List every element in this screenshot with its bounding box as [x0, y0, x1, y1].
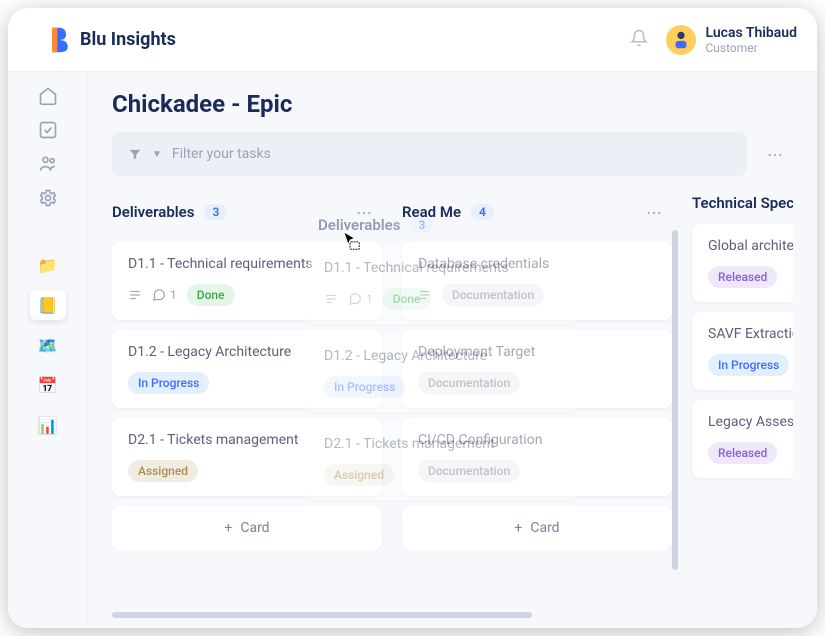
status-tag: Documentation: [418, 460, 520, 482]
column-readme: Read Me 4 ⋯ Database credentials Documen…: [402, 190, 672, 550]
status-tag: Assigned: [128, 460, 198, 482]
column-count: 4: [471, 204, 494, 220]
card-title: D1.1 - Technical requirements: [128, 256, 366, 272]
filter-icon: [128, 147, 142, 161]
avatar: [666, 25, 696, 55]
description-icon: [128, 288, 142, 302]
nav-tile-calendar[interactable]: 📅: [30, 370, 66, 400]
card-title: Legacy Assessment: [708, 414, 793, 430]
users-icon[interactable]: [36, 152, 60, 176]
add-card-button[interactable]: +Card: [402, 506, 672, 550]
card-title: D2.1 - Tickets management: [128, 432, 366, 448]
horizontal-scrollbar[interactable]: [112, 612, 532, 618]
status-tag: Released: [708, 266, 777, 288]
card[interactable]: CI/CD Configuration Documentation: [402, 418, 672, 496]
card-title: Database credentials: [418, 256, 656, 272]
plus-icon: +: [514, 520, 522, 536]
card[interactable]: Deployment Target Documentation: [402, 330, 672, 408]
kanban-board: Deliverables 3 ⋯ D1.1 - Technical requir…: [112, 190, 793, 550]
nav-tile-chart[interactable]: 📊: [30, 410, 66, 440]
brand[interactable]: Blu Insights: [48, 26, 176, 54]
status-tag: Done: [187, 284, 235, 306]
comment-icon: 1: [152, 288, 177, 302]
card[interactable]: D2.1 - Tickets management Assigned: [112, 418, 382, 496]
card[interactable]: Database credentials Documentation: [402, 242, 672, 320]
brand-name: Blu Insights: [80, 29, 176, 50]
vertical-scrollbar[interactable]: [672, 230, 678, 570]
filter-input[interactable]: ▼ Filter your tasks: [112, 132, 747, 176]
board-more-button[interactable]: ⋯: [757, 136, 793, 172]
card-title: SAVF Extraction: [708, 326, 793, 342]
page-title: Chickadee - Epic: [112, 90, 793, 118]
user-role: Customer: [706, 41, 798, 55]
plus-icon: +: [224, 520, 232, 536]
topbar: Blu Insights Lucas Thibaud Customer: [8, 8, 817, 72]
status-tag: Documentation: [442, 284, 544, 306]
card-title: D1.2 - Legacy Architecture: [128, 344, 366, 360]
check-icon[interactable]: [36, 118, 60, 142]
description-icon: [418, 288, 432, 302]
status-tag: In Progress: [708, 354, 789, 376]
column-title[interactable]: Deliverables: [112, 203, 194, 221]
column-technical-spec: Technical Spec Global architecture Relea…: [692, 190, 793, 550]
user-menu[interactable]: Lucas Thibaud Customer: [666, 25, 798, 55]
column-title[interactable]: Read Me: [402, 203, 461, 221]
card-title: Global architecture: [708, 238, 793, 254]
column-count: 3: [204, 204, 227, 220]
sidebar: 📁 📒 🗺️ 📅 📊: [8, 72, 88, 628]
card-title: CI/CD Configuration: [418, 432, 656, 448]
main: Chickadee - Epic ▼ Filter your tasks ⋯ D…: [88, 72, 817, 628]
brand-logo-icon: [48, 26, 70, 54]
add-card-button[interactable]: +Card: [112, 506, 382, 550]
card[interactable]: D1.2 - Legacy Architecture In Progress: [112, 330, 382, 408]
card[interactable]: Global architecture Released: [692, 224, 793, 302]
card[interactable]: Legacy Assessment Released: [692, 400, 793, 478]
status-tag: In Progress: [128, 372, 209, 394]
column-title[interactable]: Technical Spec: [692, 194, 793, 212]
filter-placeholder: Filter your tasks: [172, 146, 271, 162]
nav-tile-folder[interactable]: 📁: [30, 250, 66, 280]
user-name: Lucas Thibaud: [706, 25, 798, 41]
status-tag: Documentation: [418, 372, 520, 394]
column-more-button[interactable]: ⋯: [346, 194, 382, 230]
home-icon[interactable]: [36, 84, 60, 108]
gear-icon[interactable]: [36, 186, 60, 210]
card-title: Deployment Target: [418, 344, 656, 360]
nav-tile-notes[interactable]: 📒: [30, 290, 66, 320]
cursor-icon: [340, 230, 362, 256]
notifications-icon[interactable]: [630, 29, 648, 51]
nav-tile-map[interactable]: 🗺️: [30, 330, 66, 360]
column-more-button[interactable]: ⋯: [636, 194, 672, 230]
card[interactable]: SAVF Extraction In Progress: [692, 312, 793, 390]
status-tag: Released: [708, 442, 777, 464]
